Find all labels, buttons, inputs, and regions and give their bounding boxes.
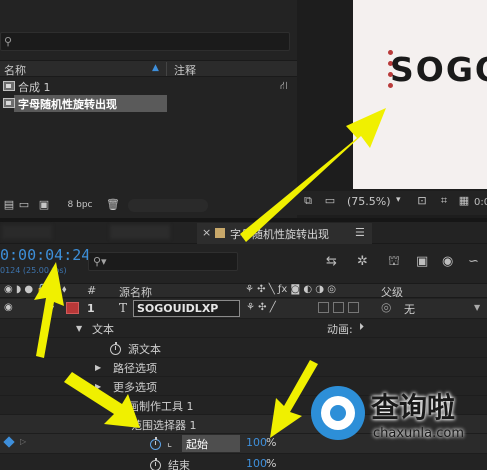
arrow-to-viewer xyxy=(240,108,386,242)
logo-core xyxy=(330,405,346,421)
site-watermark: 查询啦 chaxunla.com xyxy=(303,378,487,448)
arrow-to-range-selector xyxy=(64,372,140,428)
logo-ring xyxy=(321,396,355,430)
watermark-title: 查询啦 xyxy=(371,391,456,424)
arrow-to-timecode xyxy=(34,262,64,358)
magnifier-logo-icon xyxy=(311,386,365,440)
watermark-url: chaxunla.com xyxy=(373,426,464,441)
